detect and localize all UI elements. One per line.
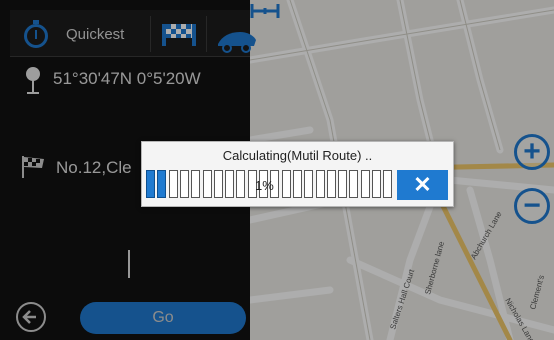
progress-segment <box>213 170 223 198</box>
progress-segment <box>372 170 381 198</box>
progress-segment <box>225 170 235 198</box>
dialog-title: Calculating(Mutil Route) .. <box>222 148 373 163</box>
progress-segment <box>383 170 393 198</box>
cancel-button[interactable]: ✕ <box>397 170 448 200</box>
progress-segment <box>360 170 370 198</box>
progress-segment <box>202 170 212 198</box>
progress-segment <box>315 170 325 198</box>
progress-segment <box>236 170 246 198</box>
progress-segment <box>179 170 189 198</box>
navigation-app: Salters Hall Court Sherborne lane Abchur… <box>0 0 554 340</box>
progress-segment <box>191 170 201 198</box>
progress-percent-text: 1% <box>255 178 274 193</box>
progress-segment <box>338 170 348 198</box>
progress-segment <box>326 170 336 198</box>
progress-segment <box>304 170 314 198</box>
progress-segment <box>157 170 167 198</box>
progress-segment <box>349 170 359 198</box>
progress-segment <box>281 170 291 198</box>
progress-segment <box>168 170 178 198</box>
progress-segment <box>146 170 155 198</box>
progress-segment <box>292 170 302 198</box>
route-calculation-dialog: Calculating(Mutil Route) .. 1% ✕ <box>141 141 454 207</box>
